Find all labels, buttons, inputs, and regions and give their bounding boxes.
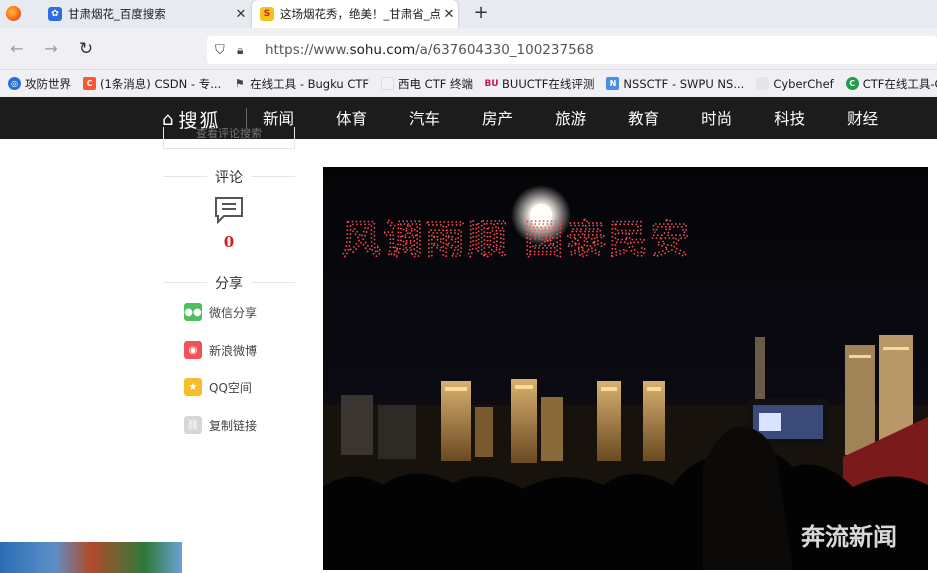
bookmark-label: NSSCTF - SWPU NS... [623, 76, 745, 91]
nav-item-travel[interactable]: 旅游 [555, 107, 586, 129]
bookmark-label: CyberChef [773, 76, 834, 91]
bookmark-item[interactable]: BU BUUCTF在线评测 [484, 76, 595, 92]
drone-text: 风调雨顺 国泰民安 [341, 217, 692, 263]
tab-bar: ✿ 甘肃烟花_百度搜索 ✕ S 这场烟花秀，绝美！_甘肃省_点 ✕ + [0, 0, 937, 28]
share-wechat[interactable]: ●● 微信分享 [184, 303, 257, 321]
new-tab-button[interactable]: + [470, 2, 492, 23]
share-qzone[interactable]: ★ QQ空间 [184, 378, 252, 396]
nav-item-tech[interactable]: 科技 [774, 107, 805, 129]
globe-icon: ◎ [8, 77, 21, 90]
url-text[interactable]: https://www.sohu.com/a/637604330_1002375… [265, 42, 594, 58]
wechat-icon: ●● [184, 303, 202, 321]
nav-item-auto[interactable]: 汽车 [409, 107, 440, 129]
page-icon [381, 77, 395, 90]
article-photo[interactable]: 风调雨顺 国泰民安 奔流新闻 [323, 167, 928, 570]
qzone-icon: ★ [184, 378, 202, 396]
nav-item-fashion[interactable]: 时尚 [701, 107, 732, 129]
share-label: 复制链接 [209, 418, 258, 433]
sohu-icon: S [260, 7, 274, 21]
baidu-paw-icon: ✿ [48, 7, 62, 21]
address-bar[interactable]: ⛉ 🔒︎ https://www.sohu.com/a/637604330_10… [207, 36, 937, 64]
nav-item-sports[interactable]: 体育 [336, 107, 367, 129]
watermark-text: 奔流新闻 [801, 523, 897, 551]
tab-title: 甘肃烟花_百度搜索 [68, 7, 166, 21]
buu-icon: BU [484, 78, 499, 89]
share-label: 微信分享 [209, 305, 258, 320]
nav-item-finance[interactable]: 财经 [847, 107, 878, 129]
bottom-left-thumbnail[interactable] [0, 542, 182, 573]
bookmark-item[interactable]: CyberChef [756, 76, 834, 91]
link-icon: ⛓ [184, 416, 202, 434]
weibo-icon: ◉ [184, 341, 202, 359]
bookmark-item[interactable]: 西电 CTF 终端 [381, 76, 473, 92]
bookmark-label: 西电 CTF 终端 [398, 76, 474, 91]
share-section-label: 分享 [163, 273, 295, 293]
nav-item-education[interactable]: 教育 [628, 107, 659, 129]
bookmark-item[interactable]: C (1条消息) CSDN - 专... [83, 76, 221, 92]
bookmark-item[interactable]: ◎ 攻防世界 [8, 76, 71, 92]
close-icon[interactable]: ✕ [232, 7, 250, 22]
divider [246, 108, 247, 128]
nav-item-news[interactable]: 新闻 [263, 107, 294, 129]
bookmark-label: CTF在线工具-CT [862, 76, 937, 91]
sohu-header: ⌂ 搜狐 新闻 体育 汽车 房产 旅游 教育 时尚 科技 财经 [0, 97, 937, 139]
comment-count[interactable]: 0 [218, 233, 240, 251]
tab-baidu[interactable]: ✿ 甘肃烟花_百度搜索 ✕ [40, 0, 250, 28]
bookmark-label: 在线工具 - Bugku CTF [250, 76, 370, 91]
close-icon[interactable]: ✕ [440, 7, 458, 22]
lock-icon[interactable]: 🔒︎ [237, 43, 253, 58]
share-weibo[interactable]: ◉ 新浪微博 [184, 341, 257, 359]
comment-section-label: 评论 [163, 167, 295, 187]
back-button[interactable]: ← [6, 38, 28, 60]
bookmark-label: 攻防世界 [25, 76, 71, 91]
bookmark-item[interactable]: ⚑ 在线工具 - Bugku CTF [233, 76, 369, 92]
bookmark-item[interactable]: C CTF在线工具-CT [845, 76, 937, 92]
tab-sohu[interactable]: S 这场烟花秀，绝美！_甘肃省_点 ✕ [252, 0, 458, 28]
forward-button[interactable]: → [40, 38, 62, 60]
shield-icon[interactable]: ⛉ [215, 43, 231, 58]
ctf-tool-icon: C [845, 77, 859, 90]
night-fireworks-photo: 风调雨顺 国泰民安 奔流新闻 [323, 167, 928, 570]
flag-icon: ⚑ [234, 77, 245, 90]
chef-icon [756, 77, 770, 90]
navigation-bar: ← → ↻ ⛉ 🔒︎ https://www.sohu.com/a/637604… [0, 28, 937, 70]
bookmarks-bar: ◎ 攻防世界 C (1条消息) CSDN - 专... ⚑ 在线工具 - Bug… [0, 70, 937, 97]
bookmark-label: (1条消息) CSDN - 专... [100, 76, 222, 91]
share-copy-link[interactable]: ⛓ 复制链接 [184, 416, 257, 434]
partial-search-box[interactable]: 查看评论搜索 [163, 127, 295, 149]
sohu-nav: 新闻 体育 汽车 房产 旅游 教育 时尚 科技 财经 [263, 97, 920, 139]
tab-title: 这场烟花秀，绝美！_甘肃省_点 [280, 7, 440, 21]
reload-button[interactable]: ↻ [75, 38, 97, 60]
comment-icon[interactable] [214, 196, 244, 224]
partial-box-text: 查看评论搜索 [196, 127, 262, 140]
share-label: 新浪微博 [209, 343, 258, 358]
firefox-icon[interactable] [6, 6, 21, 21]
bookmark-label: BUUCTF在线评测 [502, 76, 595, 91]
share-label: QQ空间 [209, 380, 252, 395]
bookmark-item[interactable]: N NSSCTF - SWPU NS... [606, 77, 744, 91]
nss-icon: N [606, 77, 620, 90]
nav-item-house[interactable]: 房产 [482, 107, 513, 129]
csdn-icon: C [83, 77, 96, 90]
